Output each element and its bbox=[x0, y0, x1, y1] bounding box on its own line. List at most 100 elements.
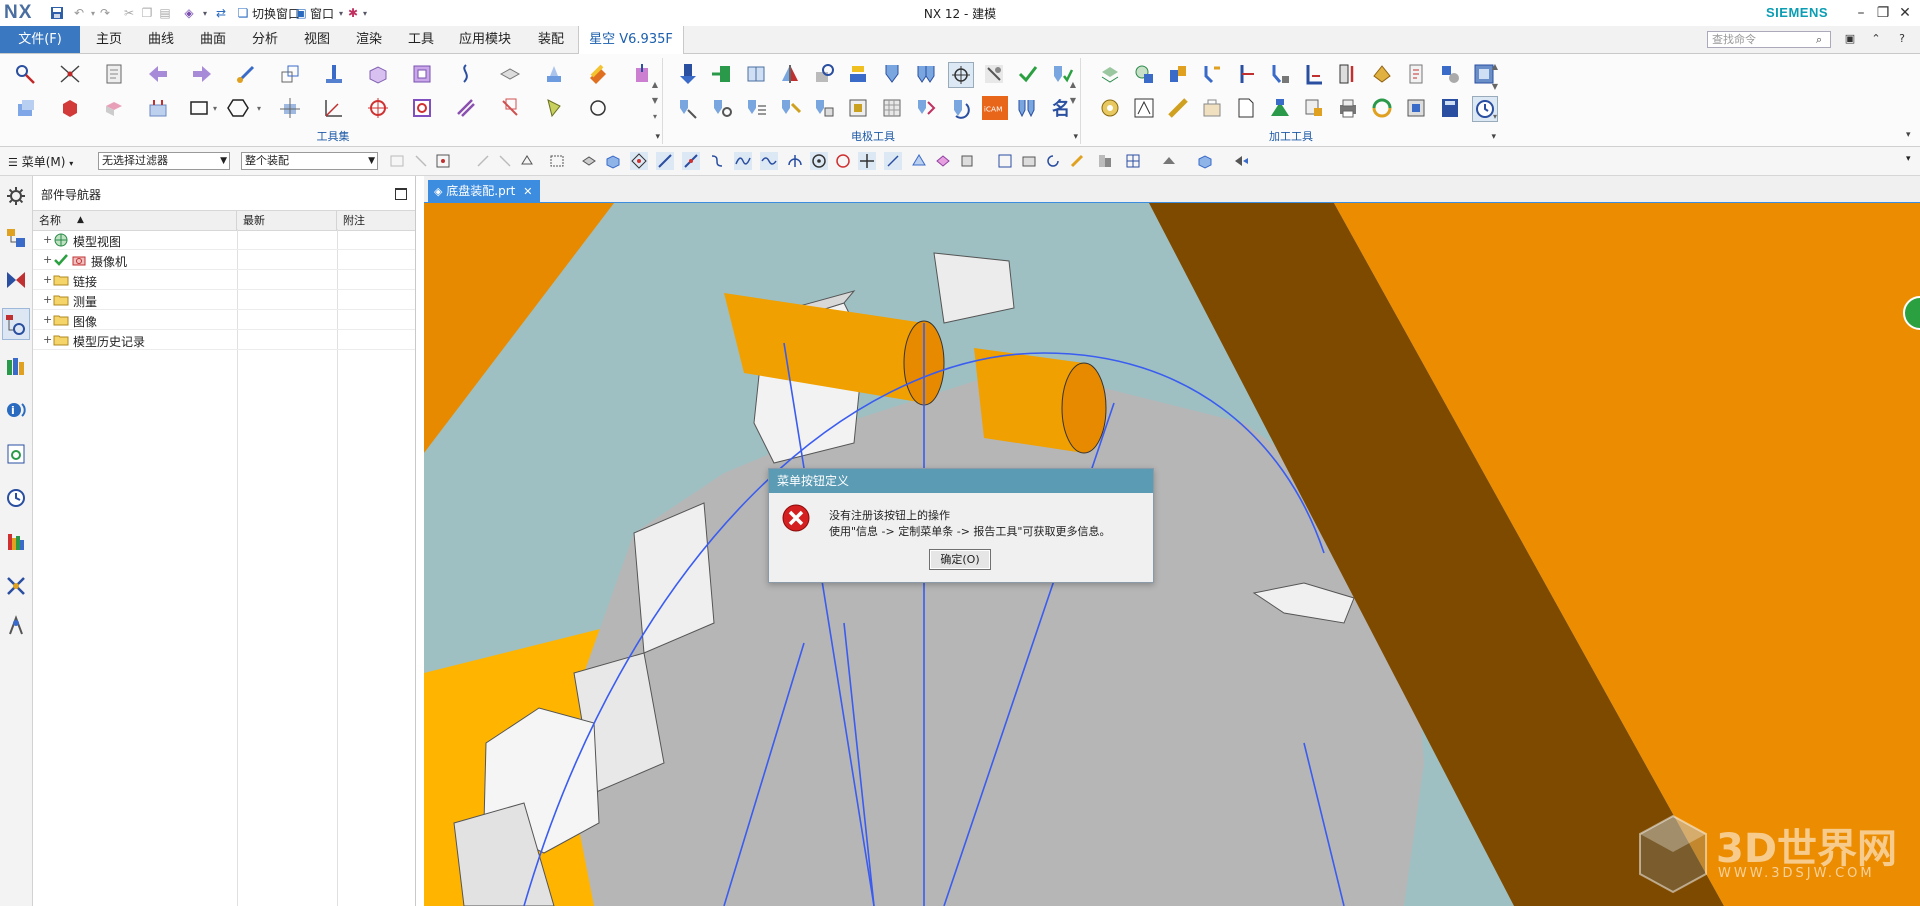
help-icon[interactable]: ? bbox=[1894, 31, 1910, 47]
main-menu-button[interactable]: ☰ 菜单(M) ▾ bbox=[8, 153, 73, 170]
expand-icon[interactable]: + bbox=[43, 273, 52, 286]
machining-tool-icon[interactable] bbox=[1098, 96, 1122, 120]
select-tool-icon[interactable] bbox=[604, 152, 622, 170]
check-icon[interactable] bbox=[1016, 62, 1040, 86]
electrode-tool-icon[interactable] bbox=[812, 96, 836, 120]
system-materials-icon[interactable] bbox=[4, 530, 28, 554]
paste-icon[interactable]: ▤ bbox=[156, 4, 174, 22]
scroll-up-icon[interactable]: ▲ bbox=[1068, 80, 1078, 89]
machining-tool-icon[interactable] bbox=[1098, 62, 1122, 86]
scroll-down-icon[interactable]: ▼ bbox=[1490, 82, 1500, 91]
arrow-right-icon[interactable] bbox=[190, 62, 214, 86]
machining-tool-icon[interactable] bbox=[1132, 62, 1156, 86]
machining-tool-icon[interactable] bbox=[1234, 62, 1258, 86]
snap-icon[interactable] bbox=[858, 152, 876, 170]
cut-icon[interactable]: ✂ bbox=[120, 4, 138, 22]
expand-icon[interactable]: + bbox=[43, 233, 52, 246]
select-tool-icon[interactable] bbox=[434, 152, 452, 170]
scroll-down-icon[interactable]: ▼ bbox=[1068, 96, 1078, 105]
tool-icon[interactable] bbox=[542, 62, 566, 86]
electrode-tool-icon[interactable] bbox=[914, 96, 938, 120]
snap-icon[interactable] bbox=[910, 152, 928, 170]
tab-surface[interactable]: 曲面 bbox=[188, 26, 238, 53]
machining-tool-icon[interactable] bbox=[1302, 62, 1326, 86]
tool-icon[interactable] bbox=[454, 62, 478, 86]
machining-tool-icon[interactable] bbox=[1200, 62, 1224, 86]
electrode-tool-icon[interactable] bbox=[1016, 96, 1040, 120]
navigator-row[interactable]: + 模型历史记录 bbox=[33, 330, 415, 350]
calculator-icon[interactable] bbox=[1438, 96, 1462, 120]
tool-icon[interactable] bbox=[322, 62, 346, 86]
electrode-tool-icon[interactable] bbox=[676, 62, 700, 86]
ok-button[interactable]: 确定(O) bbox=[929, 549, 991, 570]
maximize-icon[interactable] bbox=[395, 188, 407, 200]
part-navigator-icon[interactable] bbox=[2, 308, 30, 340]
tab-assembly[interactable]: 装配 bbox=[524, 26, 578, 53]
machining-tool-icon[interactable] bbox=[1404, 62, 1428, 86]
tool-icon[interactable] bbox=[14, 96, 38, 120]
machining-tool-icon[interactable] bbox=[1438, 62, 1462, 86]
electrode-tool-icon[interactable] bbox=[812, 62, 836, 86]
tool-icon[interactable] bbox=[102, 96, 126, 120]
view-tool-icon[interactable] bbox=[1232, 152, 1250, 170]
snap-icon[interactable] bbox=[630, 152, 648, 170]
rectangle-icon[interactable] bbox=[188, 96, 212, 120]
switch-window-icon[interactable]: ❏ bbox=[234, 4, 252, 22]
scroll-down-icon[interactable]: ▼ bbox=[650, 96, 660, 105]
view-tool-icon[interactable] bbox=[1124, 152, 1142, 170]
scroll-up-icon[interactable]: ▲ bbox=[1490, 62, 1500, 71]
snap-icon[interactable] bbox=[708, 152, 726, 170]
constraint-navigator-icon[interactable] bbox=[4, 268, 28, 292]
restore-button[interactable]: ❐ bbox=[1872, 3, 1894, 23]
copy-icon[interactable]: ❐ bbox=[138, 4, 156, 22]
polygon-icon[interactable] bbox=[226, 96, 250, 120]
machining-tool-icon[interactable] bbox=[1336, 62, 1360, 86]
column-header-uptodate[interactable]: 最新 bbox=[237, 211, 337, 230]
view-tool-icon[interactable] bbox=[1196, 152, 1214, 170]
select-tool-icon[interactable] bbox=[388, 152, 406, 170]
view-tool-icon[interactable] bbox=[1068, 152, 1086, 170]
select-tool-icon[interactable] bbox=[548, 152, 566, 170]
close-window-button[interactable]: ✕ bbox=[1894, 3, 1916, 23]
machining-tool-icon[interactable] bbox=[1370, 62, 1394, 86]
electrode-tool-icon[interactable] bbox=[982, 62, 1006, 86]
snap-icon[interactable] bbox=[834, 152, 852, 170]
navigator-row[interactable]: + 图像 bbox=[33, 310, 415, 330]
dropdown-icon[interactable]: ▾ bbox=[210, 104, 220, 113]
electrode-tool-icon[interactable] bbox=[710, 96, 734, 120]
tab-curve[interactable]: 曲线 bbox=[136, 26, 186, 53]
icam-icon[interactable]: iCAM bbox=[982, 96, 1008, 120]
view-tool-icon[interactable] bbox=[1096, 152, 1114, 170]
electrode-tool-icon[interactable] bbox=[846, 62, 870, 86]
electrode-tool-icon[interactable] bbox=[676, 96, 700, 120]
tab-analysis[interactable]: 分析 bbox=[240, 26, 290, 53]
repeat-command-icon[interactable]: ⇄ bbox=[212, 4, 230, 22]
view-tool-icon[interactable] bbox=[1020, 152, 1038, 170]
electrode-tool-icon[interactable] bbox=[778, 62, 802, 86]
select-tool-icon[interactable] bbox=[518, 152, 536, 170]
tool-icon[interactable] bbox=[366, 96, 390, 120]
select-tool-icon[interactable] bbox=[412, 152, 430, 170]
selection-scope-select[interactable]: 整个装配 ▼ bbox=[241, 152, 378, 170]
column-header-note[interactable]: 附注 bbox=[337, 211, 415, 230]
tool-icon[interactable] bbox=[322, 96, 346, 120]
document-icon[interactable] bbox=[1234, 96, 1258, 120]
electrode-tool-icon[interactable] bbox=[846, 96, 870, 120]
toolbar-options-icon[interactable]: ▾ bbox=[1906, 154, 1911, 164]
tool-icon[interactable] bbox=[410, 96, 434, 120]
quick-access-dropdown-icon[interactable]: ▾ bbox=[356, 4, 374, 22]
group-more-icon[interactable]: ▾ bbox=[655, 132, 660, 142]
tool-icon[interactable] bbox=[410, 62, 434, 86]
snap-icon[interactable] bbox=[786, 152, 804, 170]
tool-icon[interactable] bbox=[278, 62, 302, 86]
assembly-navigator-icon[interactable] bbox=[4, 226, 28, 250]
tool-icon[interactable] bbox=[278, 96, 302, 120]
tab-tools[interactable]: 工具 bbox=[396, 26, 446, 53]
navigator-row[interactable]: + 摄像机 bbox=[33, 250, 415, 270]
machining-tool-icon[interactable] bbox=[1166, 62, 1190, 86]
electrode-tool-icon[interactable] bbox=[710, 62, 734, 86]
snap-icon[interactable] bbox=[810, 152, 828, 170]
navigator-row[interactable]: + 模型视图 bbox=[33, 230, 415, 250]
ribbon-options-icon[interactable]: ▣ bbox=[1842, 31, 1858, 47]
command-search-input[interactable]: 查找命令 bbox=[1707, 31, 1831, 48]
